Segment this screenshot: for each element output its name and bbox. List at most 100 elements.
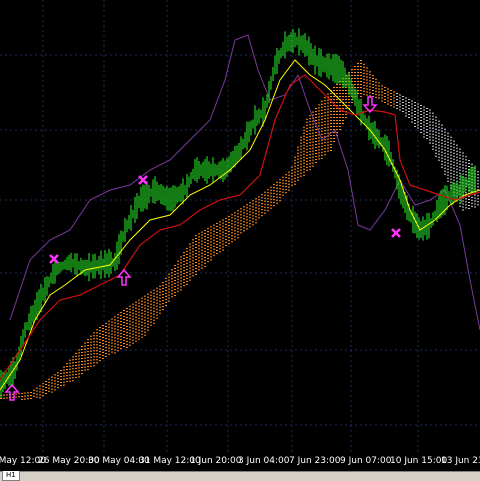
kumo-dot <box>186 250 188 252</box>
kumo-dot <box>312 138 314 140</box>
kumo-dot <box>51 391 53 393</box>
kumo-dot <box>381 85 383 87</box>
kumo-dot <box>81 358 83 359</box>
kumo-dot <box>3 397 5 399</box>
kumo-dot <box>324 148 326 150</box>
kumo-dot <box>141 312 143 314</box>
kumo-dot <box>285 183 287 185</box>
kumo-dot <box>432 124 434 126</box>
kumo-dot <box>246 213 248 215</box>
kumo-dot <box>315 135 317 136</box>
kumo-dot <box>363 72 365 74</box>
kumo-dot <box>378 85 380 87</box>
kumo-dot <box>201 231 203 233</box>
kumo-dot <box>225 217 227 219</box>
kumo-dot <box>225 223 227 225</box>
kumo-dot <box>90 335 92 337</box>
kumo-dot <box>312 141 314 143</box>
kumo-dot <box>309 148 311 150</box>
kumo-dot <box>438 132 440 134</box>
kumo-dot <box>447 150 449 152</box>
kumo-dot <box>312 144 314 146</box>
kumo-dot <box>282 185 284 187</box>
kumo-dot <box>141 336 143 338</box>
kumo-dot <box>321 109 323 111</box>
kumo-dot <box>93 332 95 334</box>
kumo-dot <box>330 111 332 112</box>
kumo-dot <box>216 223 218 224</box>
kumo-dot <box>351 102 353 103</box>
kumo-dot <box>117 335 119 337</box>
kumo-dot <box>447 147 449 149</box>
kumo-dot <box>399 97 401 99</box>
kumo-dot <box>462 161 464 163</box>
kumo-dot <box>330 138 332 139</box>
kumo-dot <box>384 102 386 103</box>
kumo-dot <box>204 241 206 243</box>
kumo-dot <box>318 152 320 154</box>
kumo-dot <box>327 138 329 140</box>
kumo-dot <box>264 200 266 202</box>
kumo-dot <box>189 243 191 245</box>
kumo-dot <box>333 132 335 133</box>
kumo-dot <box>249 214 251 216</box>
kumo-dot <box>414 126 416 127</box>
kumo-dot <box>177 281 179 283</box>
kumo-dot <box>57 384 59 386</box>
kumo-dot <box>255 216 257 218</box>
kumo-dot <box>243 206 245 208</box>
kumo-dot <box>441 127 443 129</box>
kumo-dot <box>234 224 236 226</box>
kumo-dot <box>297 161 299 163</box>
kumo-dot <box>165 286 167 288</box>
kumo-dot <box>366 82 368 84</box>
kumo-dot <box>96 356 98 358</box>
kumo-dot <box>426 120 428 121</box>
kumo-dot <box>375 87 377 89</box>
kumo-dot <box>414 114 416 115</box>
kumo-dot <box>402 105 404 106</box>
kumo-dot <box>120 345 122 347</box>
kumo-dot <box>129 308 131 310</box>
kumo-dot <box>84 366 86 368</box>
kumo-dot <box>384 93 386 94</box>
kumo-dot <box>138 299 140 301</box>
kumo-dot <box>375 93 377 95</box>
kumo-dot <box>447 171 449 173</box>
kumo-dot <box>414 102 416 103</box>
kumo-dot <box>234 218 236 220</box>
kumo-dot <box>294 156 296 158</box>
kumo-dot <box>66 378 68 380</box>
cross-signal-icon <box>138 175 148 185</box>
kumo-dot <box>312 150 314 152</box>
kumo-dot <box>444 134 446 136</box>
kumo-dot <box>294 174 296 176</box>
chart-plot-area[interactable] <box>0 0 480 455</box>
kumo-dot <box>132 315 134 317</box>
kumo-dot <box>159 285 161 287</box>
kumo-dot <box>237 228 239 230</box>
kumo-dot <box>426 126 428 127</box>
kumo-dot <box>180 277 182 279</box>
kumo-dot <box>477 174 479 176</box>
kumo-dot <box>384 90 386 91</box>
kumo-dot <box>102 349 104 350</box>
kumo-dot <box>297 173 299 175</box>
kumo-dot <box>303 174 305 176</box>
kumo-dot <box>264 197 266 199</box>
kumo-dot <box>246 225 248 227</box>
kumo-dot <box>174 280 176 281</box>
kumo-dot <box>69 377 71 379</box>
kumo-dot <box>45 390 47 391</box>
kumo-dot <box>177 263 179 265</box>
kumo-dot <box>129 344 131 346</box>
kumo-dot <box>189 264 191 266</box>
kumo-dot <box>432 115 434 117</box>
kumo-dot <box>219 251 221 253</box>
kumo-dot <box>318 125 320 127</box>
kumo-dot <box>96 347 98 349</box>
kumo-dot <box>63 372 65 374</box>
kumo-dot <box>435 140 437 142</box>
kumo-dot <box>177 287 179 289</box>
kumo-dot <box>147 308 149 310</box>
